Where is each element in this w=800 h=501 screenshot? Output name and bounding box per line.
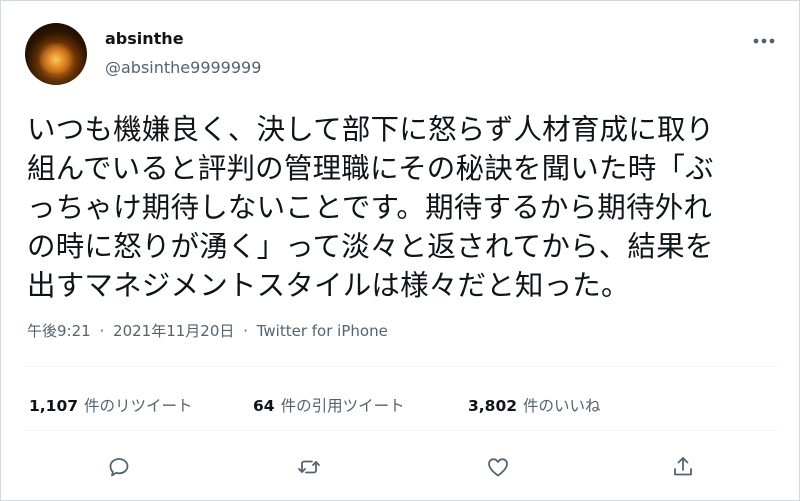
divider bbox=[25, 366, 777, 367]
retweet-count: 1,107 bbox=[29, 397, 79, 415]
retweet-button[interactable] bbox=[293, 452, 325, 482]
reply-button[interactable] bbox=[103, 452, 135, 482]
action-bar bbox=[0, 452, 800, 482]
retweet-count-link[interactable]: 1,107 件のリツイート bbox=[29, 394, 253, 416]
avatar-glass-image bbox=[39, 43, 73, 73]
retweet-icon bbox=[298, 460, 320, 474]
tweet-text: いつも機嫌良く、決して部下に怒らず人材育成に取り 組んでいると評判の管理職にその秘… bbox=[27, 110, 787, 305]
meta-separator: · bbox=[99, 322, 105, 340]
like-count-link[interactable]: 3,802 件のいいね bbox=[468, 394, 601, 416]
retweet-label: 件のリツイート bbox=[84, 397, 193, 415]
tweet-line: の時に怒りが湧く」って淡々と返されてから、結果を bbox=[27, 230, 714, 263]
tweet-time[interactable]: 午後9:21 bbox=[27, 322, 91, 340]
tweet-line: 組んでいると評判の管理職にその秘訣を聞いた時「ぶ bbox=[27, 152, 714, 185]
like-count: 3,802 bbox=[468, 397, 518, 415]
tweet-line: っちゃけ期待しないことです。期待するから期待外れ bbox=[27, 191, 713, 224]
user-handle[interactable]: @absinthe9999999 bbox=[105, 58, 261, 77]
like-button[interactable] bbox=[482, 452, 514, 482]
meta-separator: · bbox=[243, 322, 248, 340]
quote-count: 64 bbox=[253, 397, 275, 415]
tweet-date[interactable]: 2021年11月20日 bbox=[113, 322, 234, 340]
more-button[interactable] bbox=[746, 28, 782, 54]
tweet-line: 出すマネジメントスタイルは様々だと知った。 bbox=[27, 269, 630, 302]
share-icon bbox=[674, 457, 692, 476]
share-button[interactable] bbox=[667, 452, 699, 482]
divider bbox=[25, 430, 777, 431]
quote-label: 件の引用ツイート bbox=[280, 397, 405, 415]
quote-count-link[interactable]: 64 件の引用ツイート bbox=[253, 394, 468, 416]
like-icon bbox=[488, 458, 508, 477]
avatar[interactable] bbox=[25, 23, 87, 85]
reply-icon bbox=[109, 458, 129, 477]
tweet-source[interactable]: Twitter for iPhone bbox=[257, 322, 388, 340]
tweet-meta: 午後9:21 · 2021年11月20日 · Twitter for iPhon… bbox=[27, 320, 388, 341]
like-label: 件のいいね bbox=[523, 397, 601, 415]
tweet-line: いつも機嫌良く、決して部下に怒らず人材育成に取り bbox=[27, 113, 715, 146]
engagement-stats: 1,107 件のリツイート 64 件の引用ツイート 3,802 件のいいね bbox=[29, 394, 601, 416]
display-name[interactable]: absinthe bbox=[105, 29, 184, 48]
more-horizontal-icon bbox=[753, 38, 775, 44]
